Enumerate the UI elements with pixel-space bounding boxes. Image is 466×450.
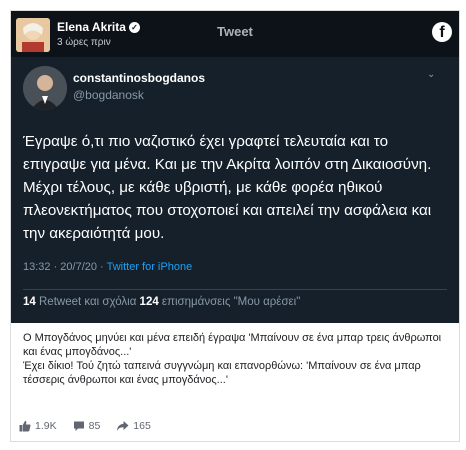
tweet-label: Tweet (217, 24, 253, 39)
shares-total: 165 (133, 420, 151, 432)
tweet-text: Έγραψε ό,τι πιο ναζιστικό έχει γραφτεί τ… (23, 133, 432, 242)
likes-total: 1.9K (35, 420, 57, 432)
chevron-down-icon: ⌄ (427, 69, 436, 80)
retweets-label: Retweet και σχόλια (35, 296, 140, 308)
reactions-bar: 1.9K 85 165 (11, 416, 459, 436)
verified-badge-icon: ✓ (128, 21, 140, 33)
tweet-screenshot: Elena Akrita ✓ 3 ώρες πριν Tweet f const… (11, 11, 459, 323)
retweets-count: 14 (23, 296, 36, 308)
thumbs-up-icon (19, 420, 31, 432)
tweet-author-handle: @bogdanosk (73, 88, 144, 102)
tweet-source: Twitter for iPhone (106, 261, 193, 273)
comments-total: 85 (88, 420, 101, 432)
likes-label: επισημάνσεις "Μου αρέσει" (158, 296, 301, 308)
tweet-author-avatar (23, 66, 67, 110)
facebook-icon[interactable]: f (432, 22, 452, 42)
divider (23, 289, 447, 290)
facebook-post-card: Elena Akrita ✓ 3 ώρες πριν Tweet f const… (10, 10, 460, 442)
post-caption: Ο Μπογδάνος μηνύει και μένα επειδή έγραψ… (23, 331, 453, 387)
author-name[interactable]: Elena Akrita (57, 20, 126, 34)
caption-line: Έχει δίκιο! Τού ζητώ ταπεινά συγγνώμη κα… (23, 360, 421, 386)
share-reaction[interactable]: 165 (116, 420, 151, 432)
tweet-stats: 14 Retweet και σχόλια 124 επισημάνσεις "… (23, 296, 300, 308)
comment-icon (73, 421, 84, 431)
like-reaction[interactable]: 1.9K (19, 420, 57, 432)
author-avatar[interactable] (16, 18, 50, 52)
post-time[interactable]: 3 ώρες πριν (57, 37, 111, 48)
author-name-row[interactable]: Elena Akrita ✓ (57, 20, 140, 34)
post-header: Elena Akrita ✓ 3 ώρες πριν Tweet f (11, 11, 459, 57)
likes-count: 124 (139, 296, 159, 308)
comment-reaction[interactable]: 85 (73, 420, 101, 432)
tweet-timestamp: 13:32 · 20/7/20 · (23, 261, 107, 273)
caption-line: Ο Μπογδάνος μηνύει και μένα επειδή έγραψ… (23, 332, 442, 358)
tweet-author-name: constantinosbogdanos (73, 71, 205, 85)
tweet-meta: 13:32 · 20/7/20 · Twitter for iPhone (23, 261, 192, 273)
share-icon (117, 421, 129, 431)
